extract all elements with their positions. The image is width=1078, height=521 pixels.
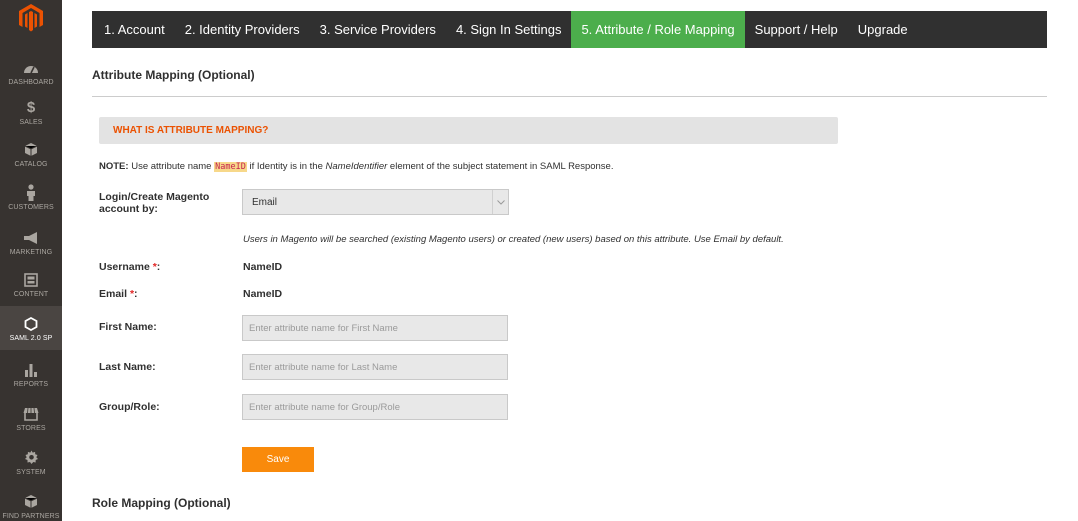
plugin-tabs: 1. Account 2. Identity Providers 3. Serv… xyxy=(92,11,1047,48)
sidebar-item-system[interactable]: SYSTEM xyxy=(0,440,62,484)
group-role-label: Group/Role: xyxy=(99,401,160,413)
role-mapping-title: Role Mapping (Optional) xyxy=(92,496,231,510)
sidebar-item-label: REPORTS xyxy=(13,380,49,388)
sidebar-item-sales[interactable]: $ SALES xyxy=(0,90,62,134)
gear-icon xyxy=(24,449,39,467)
note-text: if Identity is in the xyxy=(246,161,326,172)
label-colon: : xyxy=(156,261,161,273)
login-attribute-value: Email xyxy=(252,196,278,208)
sidebar-item-content[interactable]: CONTENT xyxy=(0,262,62,306)
info-bar-label: WHAT IS ATTRIBUTE MAPPING? xyxy=(113,125,269,136)
sidebar-item-label: STORES xyxy=(16,424,46,432)
sidebar-item-label: SAML 2.0 SP xyxy=(9,334,53,342)
sidebar-item-label: CONTENT xyxy=(13,290,49,298)
label-colon: : xyxy=(134,288,138,300)
magento-logo-icon xyxy=(19,4,43,32)
person-icon xyxy=(25,184,37,202)
note-code: NameID xyxy=(214,162,247,172)
megaphone-icon xyxy=(23,229,39,247)
login-hint: Users in Magento will be searched (exist… xyxy=(243,234,784,245)
sidebar-item-label: CUSTOMERS xyxy=(8,203,54,211)
first-name-input[interactable] xyxy=(242,315,508,341)
tab-support-help[interactable]: Support / Help xyxy=(745,11,848,48)
saml-icon xyxy=(24,315,38,333)
store-icon xyxy=(23,405,39,423)
sidebar-item-label: SALES xyxy=(19,118,43,126)
admin-sidebar: DASHBOARD $ SALES CATALOG CUSTOMERS MARK… xyxy=(0,0,62,521)
sidebar-item-reports[interactable]: REPORTS xyxy=(0,352,62,396)
sidebar-item-label: SYSTEM xyxy=(16,468,46,476)
last-name-label: Last Name: xyxy=(99,361,156,373)
note-text: Use attribute name xyxy=(128,161,215,172)
sidebar-item-find-partners[interactable]: FIND PARTNERS xyxy=(0,484,62,521)
tab-account[interactable]: 1. Account xyxy=(92,11,175,48)
magento-logo[interactable] xyxy=(0,0,62,38)
what-is-attribute-mapping-bar[interactable]: WHAT IS ATTRIBUTE MAPPING? xyxy=(99,117,838,144)
note-prefix: NOTE: xyxy=(99,161,129,172)
sidebar-item-label: FIND PARTNERS xyxy=(2,512,60,520)
attribute-note: NOTE: Use attribute name NameID if Ident… xyxy=(99,161,613,172)
email-label-text: Email xyxy=(99,288,128,300)
tab-upgrade[interactable]: Upgrade xyxy=(848,11,918,48)
tab-identity-providers[interactable]: 2. Identity Providers xyxy=(175,11,310,48)
username-label-text: Username xyxy=(99,261,150,273)
sidebar-item-label: DASHBOARD xyxy=(8,78,54,86)
section-divider xyxy=(92,96,1047,97)
chevron-down-icon xyxy=(492,190,508,214)
dashboard-icon xyxy=(23,59,39,77)
first-name-label: First Name: xyxy=(99,321,157,333)
last-name-input[interactable] xyxy=(242,354,508,380)
content-icon xyxy=(24,271,38,289)
sidebar-item-marketing[interactable]: MARKETING xyxy=(0,220,62,264)
sidebar-item-saml[interactable]: SAML 2.0 SP xyxy=(0,306,62,350)
login-create-label: Login/Create Magento account by: xyxy=(99,191,210,215)
tab-service-providers[interactable]: 3. Service Providers xyxy=(310,11,446,48)
login-attribute-select[interactable]: Email xyxy=(242,189,509,215)
note-italic: NameIdentifier xyxy=(325,161,388,172)
sidebar-item-stores[interactable]: STORES xyxy=(0,396,62,440)
tab-attribute-role-mapping[interactable]: 5. Attribute / Role Mapping xyxy=(571,11,745,48)
username-value: NameID xyxy=(243,261,283,273)
sidebar-item-label: MARKETING xyxy=(9,248,53,256)
email-value: NameID xyxy=(243,288,283,300)
group-role-input[interactable] xyxy=(242,394,508,420)
note-text: element of the subject statement in SAML… xyxy=(387,161,614,172)
cube-icon xyxy=(24,141,38,159)
sidebar-item-customers[interactable]: CUSTOMERS xyxy=(0,175,62,219)
username-label: Username *: xyxy=(99,261,160,273)
cube-icon xyxy=(24,493,38,511)
bar-chart-icon xyxy=(24,361,38,379)
dollar-icon: $ xyxy=(26,99,36,116)
sidebar-item-dashboard[interactable]: DASHBOARD xyxy=(0,50,62,94)
sidebar-item-label: CATALOG xyxy=(14,160,48,168)
save-button[interactable]: Save xyxy=(242,447,314,472)
email-label: Email *: xyxy=(99,288,138,300)
attribute-mapping-title: Attribute Mapping (Optional) xyxy=(92,68,255,82)
sidebar-item-catalog[interactable]: CATALOG xyxy=(0,132,62,176)
tab-sign-in-settings[interactable]: 4. Sign In Settings xyxy=(446,11,572,48)
